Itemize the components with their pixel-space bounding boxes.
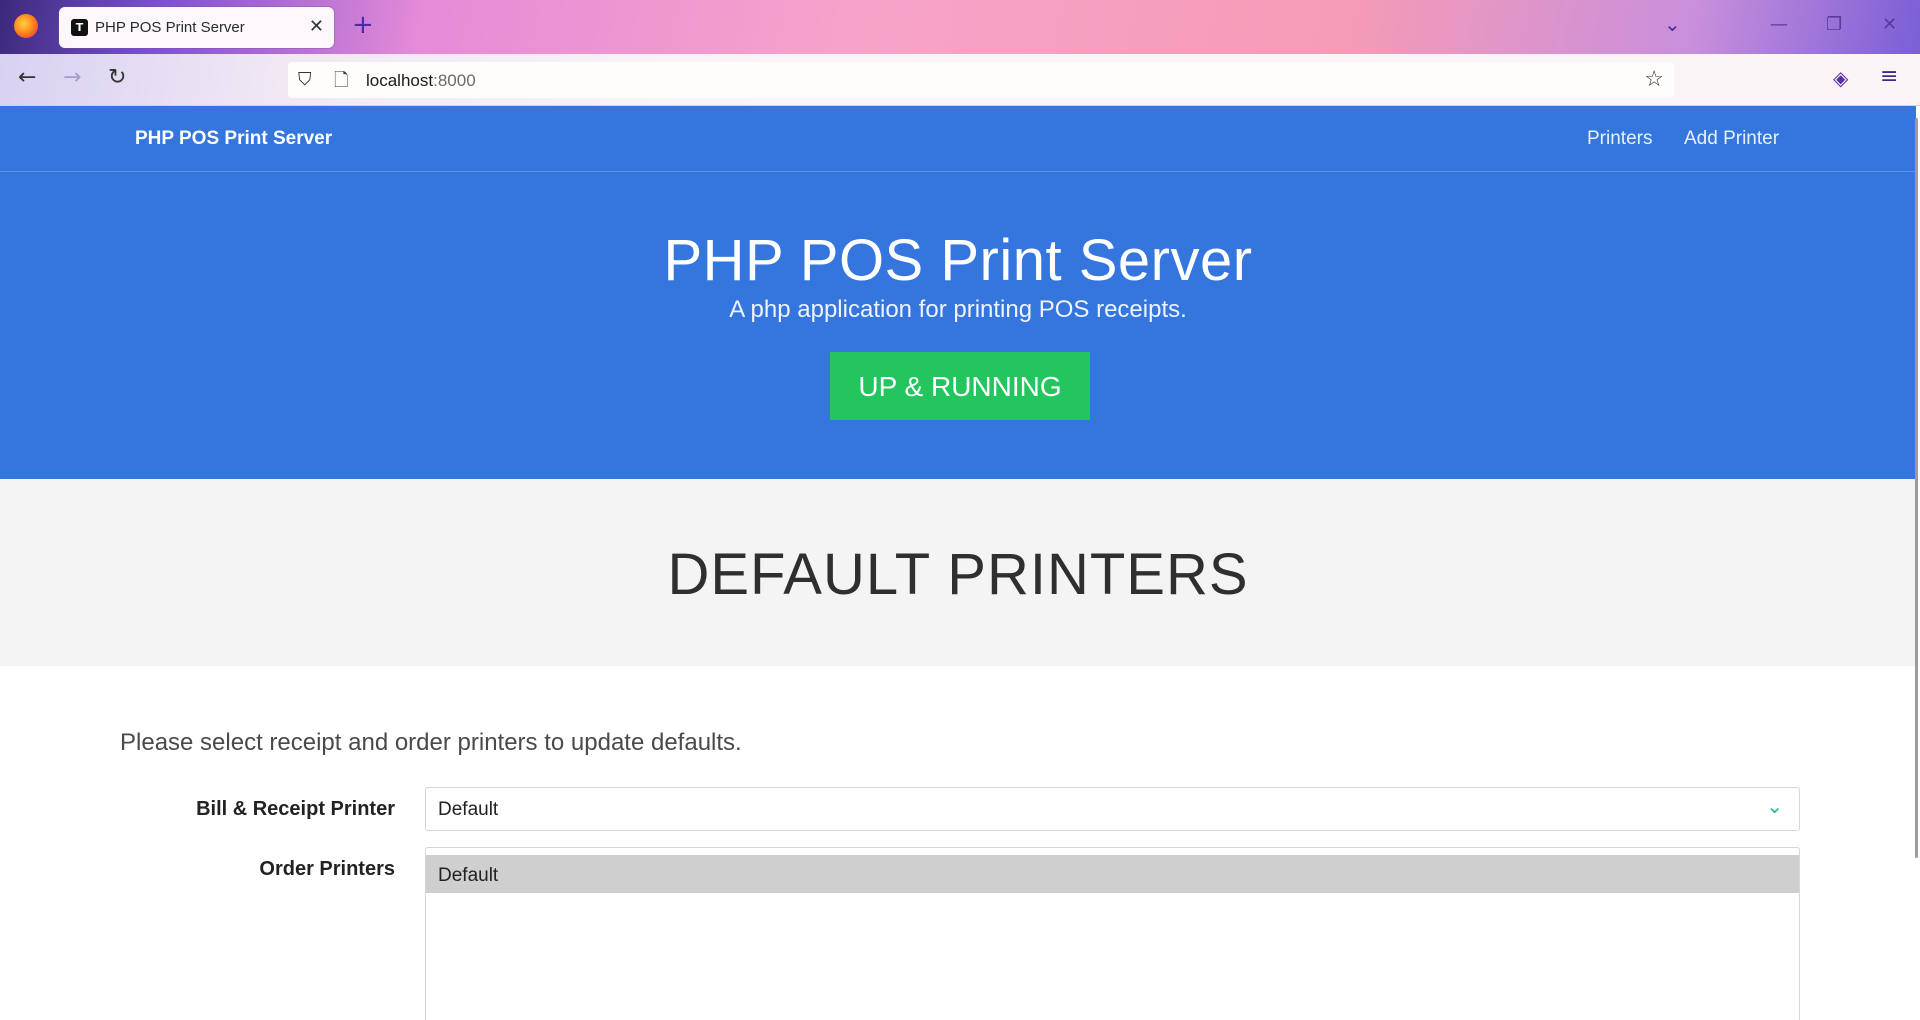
page-icon[interactable]: 🗋 (334, 68, 348, 98)
browser-nav-bar: ← → ↻ ⛉ 🗋 localhost:8000 ☆ ◈ ≡ (0, 54, 1920, 106)
nav-printers-link[interactable]: Printers (1587, 128, 1652, 150)
list-option-selected[interactable]: Default (426, 855, 1799, 893)
bookmark-star-icon[interactable]: ☆ (1644, 67, 1664, 92)
restore-icon[interactable]: ❐ (1826, 14, 1842, 35)
pocket-icon[interactable]: ◈ (1833, 66, 1848, 90)
hero-subtitle: A php application for printing POS recei… (729, 296, 1187, 323)
forward-icon[interactable]: → (63, 66, 81, 90)
reload-icon[interactable]: ↻ (108, 66, 126, 90)
tab-favicon-icon: T (71, 19, 88, 36)
hero-banner: PHP POS Print Server A php application f… (0, 172, 1916, 479)
page-viewport: PHP POS Print Server Printers Add Printe… (0, 106, 1920, 1020)
brand-link[interactable]: PHP POS Print Server (135, 128, 332, 150)
bill-receipt-printer-label: Bill & Receipt Printer (196, 798, 395, 820)
default-printers-header: DEFAULT PRINTERS (0, 479, 1916, 666)
section-title: DEFAULT PRINTERS (667, 542, 1249, 607)
order-printers-listbox[interactable]: Default (425, 847, 1800, 1020)
hamburger-menu-icon[interactable]: ≡ (1880, 64, 1898, 89)
back-icon[interactable]: ← (18, 66, 36, 90)
status-button[interactable]: UP & RUNNING (830, 352, 1090, 420)
select-value: Default (438, 799, 499, 820)
url-bar[interactable]: ⛉ 🗋 localhost:8000 ☆ (288, 62, 1674, 98)
intro-text: Please select receipt and order printers… (120, 729, 742, 756)
browser-tab[interactable]: T PHP POS Print Server ✕ (59, 7, 334, 48)
tab-title: PHP POS Print Server (95, 19, 245, 36)
url-host: localhost (366, 71, 434, 90)
browser-tab-bar: T PHP POS Print Server ✕ + ⌄ — ❐ ✕ (0, 0, 1920, 54)
firefox-logo-icon[interactable] (14, 14, 38, 38)
close-tab-icon[interactable]: ✕ (309, 16, 324, 37)
chevron-down-icon: ⌄ (1766, 794, 1783, 818)
list-option-label: Default (438, 865, 499, 886)
site-navbar: PHP POS Print Server Printers Add Printe… (0, 106, 1916, 172)
new-tab-button[interactable]: + (352, 12, 374, 38)
window-close-icon[interactable]: ✕ (1882, 14, 1897, 35)
page-scrollbar[interactable] (1915, 118, 1918, 858)
chevron-down-icon[interactable]: ⌄ (1664, 12, 1681, 36)
order-printers-label: Order Printers (259, 858, 395, 880)
minimize-icon[interactable]: — (1770, 14, 1788, 35)
url-text[interactable]: localhost:8000 (366, 71, 476, 91)
url-port: :8000 (433, 71, 476, 90)
nav-add-printer-link[interactable]: Add Printer (1684, 128, 1779, 150)
shield-icon[interactable]: ⛉ (298, 69, 312, 90)
bill-receipt-printer-select[interactable]: Default ⌄ (425, 787, 1800, 831)
hero-title: PHP POS Print Server (663, 228, 1253, 293)
